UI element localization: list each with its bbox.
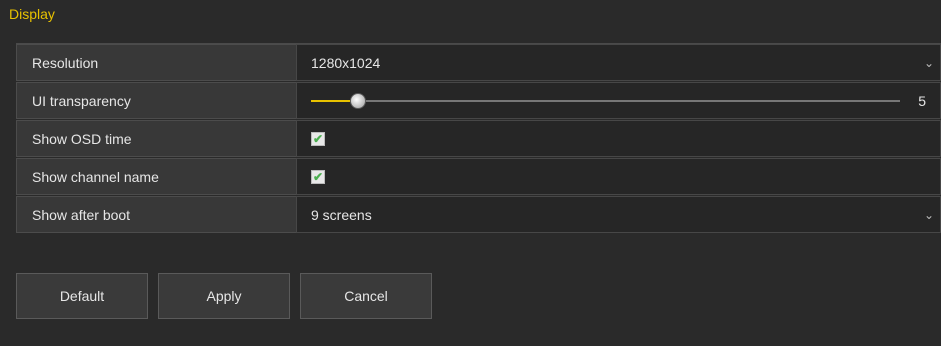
checkmark-icon: ✔ <box>312 131 324 146</box>
action-buttons: Default Apply Cancel <box>16 273 432 319</box>
show-after-boot-label: Show after boot <box>16 196 296 233</box>
display-settings-form: Resolution 1280x1024 ⌄ UI transparency 5… <box>16 43 941 234</box>
ui-transparency-slider-cell: 5 <box>296 82 941 119</box>
chevron-down-icon: ⌄ <box>923 207 934 222</box>
show-after-boot-select[interactable]: 9 screens ⌄ <box>296 196 941 233</box>
show-channel-name-checkbox[interactable]: ✔ <box>311 169 325 184</box>
setting-row-show-osd-time: Show OSD time ✔ <box>16 120 941 158</box>
show-osd-time-checkbox[interactable]: ✔ <box>311 131 325 146</box>
default-button[interactable]: Default <box>16 273 148 319</box>
show-channel-name-cell: ✔ <box>296 158 941 195</box>
resolution-value: 1280x1024 <box>311 54 381 71</box>
chevron-down-icon: ⌄ <box>923 55 934 70</box>
ui-transparency-value: 5 <box>918 92 926 109</box>
show-after-boot-value: 9 screens <box>311 206 372 223</box>
ui-transparency-slider[interactable] <box>311 92 900 109</box>
slider-thumb[interactable] <box>350 92 367 109</box>
setting-row-show-channel-name: Show channel name ✔ <box>16 158 941 196</box>
show-osd-time-label: Show OSD time <box>16 120 296 157</box>
checkmark-icon: ✔ <box>312 169 324 184</box>
show-channel-name-label: Show channel name <box>16 158 296 195</box>
cancel-button[interactable]: Cancel <box>300 273 432 319</box>
show-osd-time-cell: ✔ <box>296 120 941 157</box>
resolution-select[interactable]: 1280x1024 ⌄ <box>296 44 941 81</box>
setting-row-resolution: Resolution 1280x1024 ⌄ <box>16 44 941 82</box>
setting-row-show-after-boot: Show after boot 9 screens ⌄ <box>16 196 941 234</box>
panel-title: Display <box>9 6 55 22</box>
apply-button[interactable]: Apply <box>158 273 290 319</box>
resolution-label: Resolution <box>16 44 296 81</box>
ui-transparency-label: UI transparency <box>16 82 296 119</box>
setting-row-ui-transparency: UI transparency 5 <box>16 82 941 120</box>
